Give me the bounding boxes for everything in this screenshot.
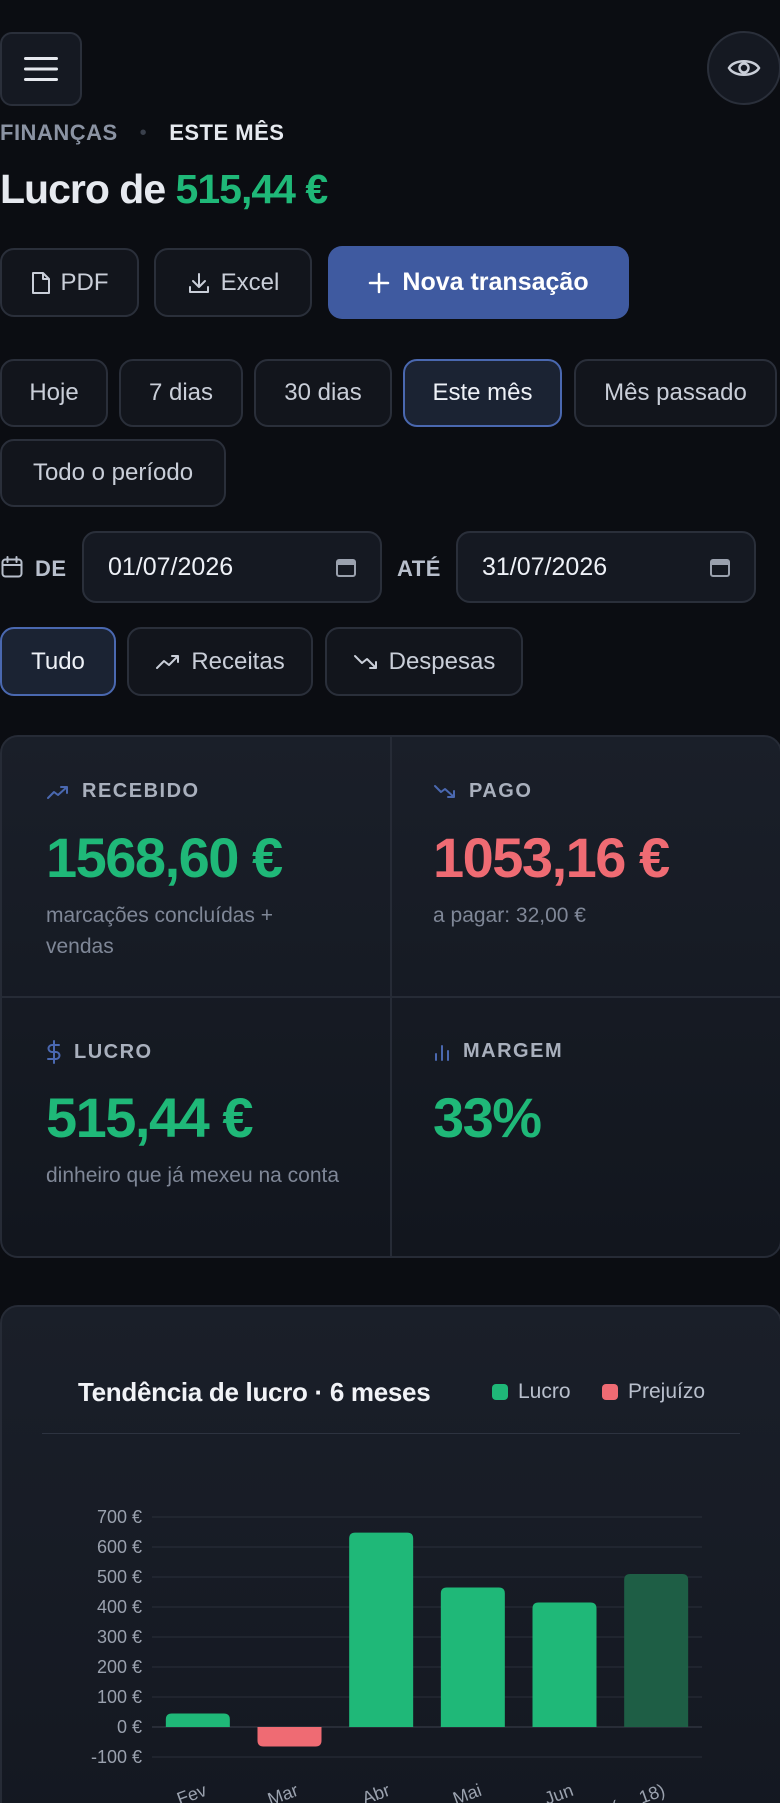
date-from-value: 01/07/2026 [108,552,234,581]
received-sub: marcações concluídas + vendas [46,904,274,958]
period-30-days-label: 30 dias [284,379,362,406]
menu-button[interactable] [0,32,82,106]
export-excel-label: Excel [220,268,280,296]
bar-2[interactable] [257,1727,322,1747]
date-from-label: DE [35,556,67,581]
x-tick-label: Fev [174,1780,209,1803]
calendar-icon [1,556,23,578]
x-tick-label: (… 18) [609,1780,668,1803]
breadcrumb-current: ESTE MÊS [169,120,285,145]
profit-trend-card: Tendência de lucro · 6 meses Lucro Preju… [0,1305,780,1803]
filter-income-label: Receitas [191,647,285,675]
paid-label: PAGO [433,780,532,803]
profit-value: 515,44 € [46,1086,253,1149]
y-tick-label: 700 € [97,1507,142,1527]
profit-label-text: LUCRO [74,1040,153,1063]
bar-6[interactable] [624,1574,689,1727]
export-excel-button[interactable]: Excel [154,248,312,317]
y-tick-label: -100 € [91,1747,142,1767]
period-today-label: Hoje [29,379,79,406]
y-tick-label: 400 € [97,1597,142,1617]
trending-down-icon [353,654,377,669]
profit-trend-chart: 700 € 600 € 500 € 400 € 300 € 200 € 100 € 0 € -1… [91,1507,702,1803]
margin-value: 33% [433,1086,542,1149]
profit-sub: dinheiro que já mexeu na conta [46,1164,340,1187]
breadcrumb-separator: • [139,121,148,144]
bar-chart-icon [435,1044,449,1061]
breadcrumb: FINANÇAS • ESTE MÊS [0,120,284,146]
date-to-input[interactable]: 31/07/2026 [456,531,756,603]
period-30-days[interactable]: 30 dias [254,359,392,427]
bar-3[interactable] [349,1532,414,1727]
download-icon [188,272,209,293]
x-tick-label: Mai [450,1780,484,1803]
filter-expenses[interactable]: Despesas [325,627,523,696]
period-all-time[interactable]: Todo o período [0,439,226,507]
date-from-input[interactable]: 01/07/2026 [82,531,382,603]
date-to-value: 31/07/2026 [482,552,608,581]
received-value: 1568,60 € [46,826,283,889]
filter-income[interactable]: Receitas [127,627,313,696]
profit-label: LUCRO [46,1040,153,1064]
trending-down-icon [434,784,455,798]
y-tick-label: 300 € [97,1627,142,1647]
page-title-value: 515,44 € [175,166,329,212]
file-icon [31,271,50,294]
new-transaction-button[interactable]: Nova transação [328,246,629,319]
export-pdf-button[interactable]: PDF [0,248,139,317]
page-title-prefix: Lucro de [0,166,166,212]
margin-label: MARGEM [433,1040,563,1063]
y-tick-label: 600 € [97,1537,142,1557]
period-7-days[interactable]: 7 dias [119,359,243,427]
stats-divider-horizontal [2,996,780,998]
trending-up-icon [156,654,180,669]
trending-up-icon [47,785,68,799]
bar-5[interactable] [532,1602,597,1728]
x-tick-label: Jun [542,1780,576,1803]
eye-icon [727,60,761,76]
calendar-picker-icon[interactable] [710,557,730,577]
x-tick-label: Abr [359,1780,392,1803]
bar-1[interactable] [165,1713,230,1728]
paid-label-text: PAGO [469,780,533,802]
period-last-month[interactable]: Mês passado [574,359,777,427]
y-tick-label: 100 € [97,1687,142,1707]
received-label: RECEBIDO [46,780,200,803]
period-this-month[interactable]: Este mês [403,359,562,427]
calendar-picker-icon[interactable] [336,557,356,577]
paid-value: 1053,16 € [433,826,670,889]
page-title: Lucro de 515,44 € [0,166,329,213]
period-today[interactable]: Hoje [0,359,108,427]
date-to-label: ATÉ [397,556,441,581]
plus-icon [369,272,390,293]
breadcrumb-section[interactable]: FINANÇAS [0,120,118,146]
new-transaction-label: Nova transação [402,268,589,296]
margin-label-text: MARGEM [463,1040,564,1062]
period-last-month-label: Mês passado [604,379,747,406]
y-tick-label: 500 € [97,1567,142,1587]
x-tick-label: Mar [265,1780,301,1803]
period-this-month-label: Este mês [432,379,533,406]
paid-sub: a pagar: 32,00 € [433,904,586,927]
received-label-text: RECEBIDO [82,780,200,802]
y-tick-label: 200 € [97,1657,142,1677]
dollar-icon [47,1040,61,1064]
filter-expenses-label: Despesas [388,647,496,675]
bar-4[interactable] [440,1587,505,1728]
toggle-visibility-button[interactable] [707,31,780,105]
hamburger-icon [24,57,58,81]
export-pdf-label: PDF [60,268,109,296]
filter-all[interactable]: Tudo [0,627,116,696]
y-tick-label: 0 € [117,1717,142,1737]
filter-all-label: Tudo [31,647,85,675]
period-all-time-label: Todo o período [32,459,194,486]
stats-card: RECEBIDO 1568,60 € marcações concluídas … [0,735,780,1258]
period-7-days-label: 7 dias [148,379,214,406]
